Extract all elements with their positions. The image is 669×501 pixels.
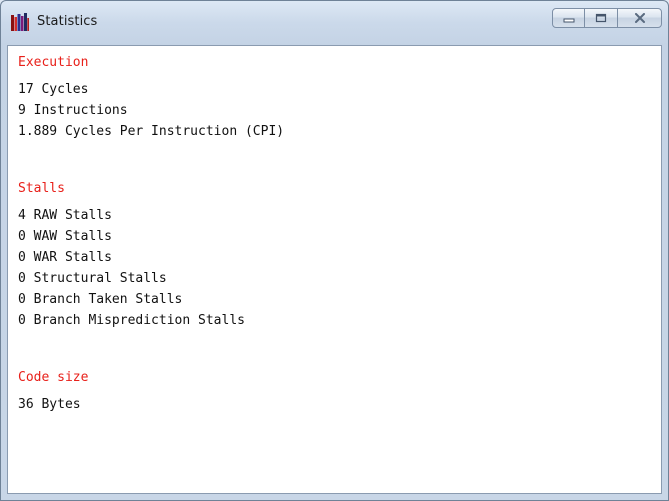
caption-buttons	[552, 8, 662, 30]
stat-raw-stalls: 4 RAW Stalls	[18, 208, 112, 223]
stat-branch-taken-stalls: 0 Branch Taken Stalls	[18, 292, 183, 307]
stat-code-size: 36 Bytes	[18, 397, 81, 412]
stat-war-stalls: 0 WAR Stalls	[18, 250, 112, 265]
statistics-window: Statistics Execution 17 Cycles 9 Instruc…	[0, 0, 669, 501]
statistics-content: Execution 17 Cycles 9 Instructions 1.889…	[18, 46, 284, 415]
title-bar[interactable]: Statistics	[1, 1, 668, 45]
stat-structural-stalls: 0 Structural Stalls	[18, 271, 167, 286]
close-button[interactable]	[617, 8, 662, 28]
stat-waw-stalls: 0 WAW Stalls	[18, 229, 112, 244]
stat-branch-misprediction-stalls: 0 Branch Misprediction Stalls	[18, 313, 245, 328]
close-icon	[634, 13, 645, 23]
stat-cpi: 1.889 Cycles Per Instruction (CPI)	[18, 124, 285, 139]
section-title-stalls: Stalls	[18, 181, 65, 196]
maximize-icon	[595, 13, 607, 23]
minimize-icon	[563, 18, 574, 23]
maximize-button[interactable]	[584, 8, 618, 28]
statistics-panel: Execution 17 Cycles 9 Instructions 1.889…	[7, 45, 662, 494]
minimize-button[interactable]	[552, 8, 585, 28]
section-title-execution: Execution	[18, 55, 89, 70]
stat-instructions: 9 Instructions	[18, 103, 128, 118]
window-title: Statistics	[37, 14, 98, 29]
stat-cycles: 17 Cycles	[18, 82, 89, 97]
books-icon	[11, 13, 29, 31]
section-title-code-size: Code size	[18, 370, 89, 385]
